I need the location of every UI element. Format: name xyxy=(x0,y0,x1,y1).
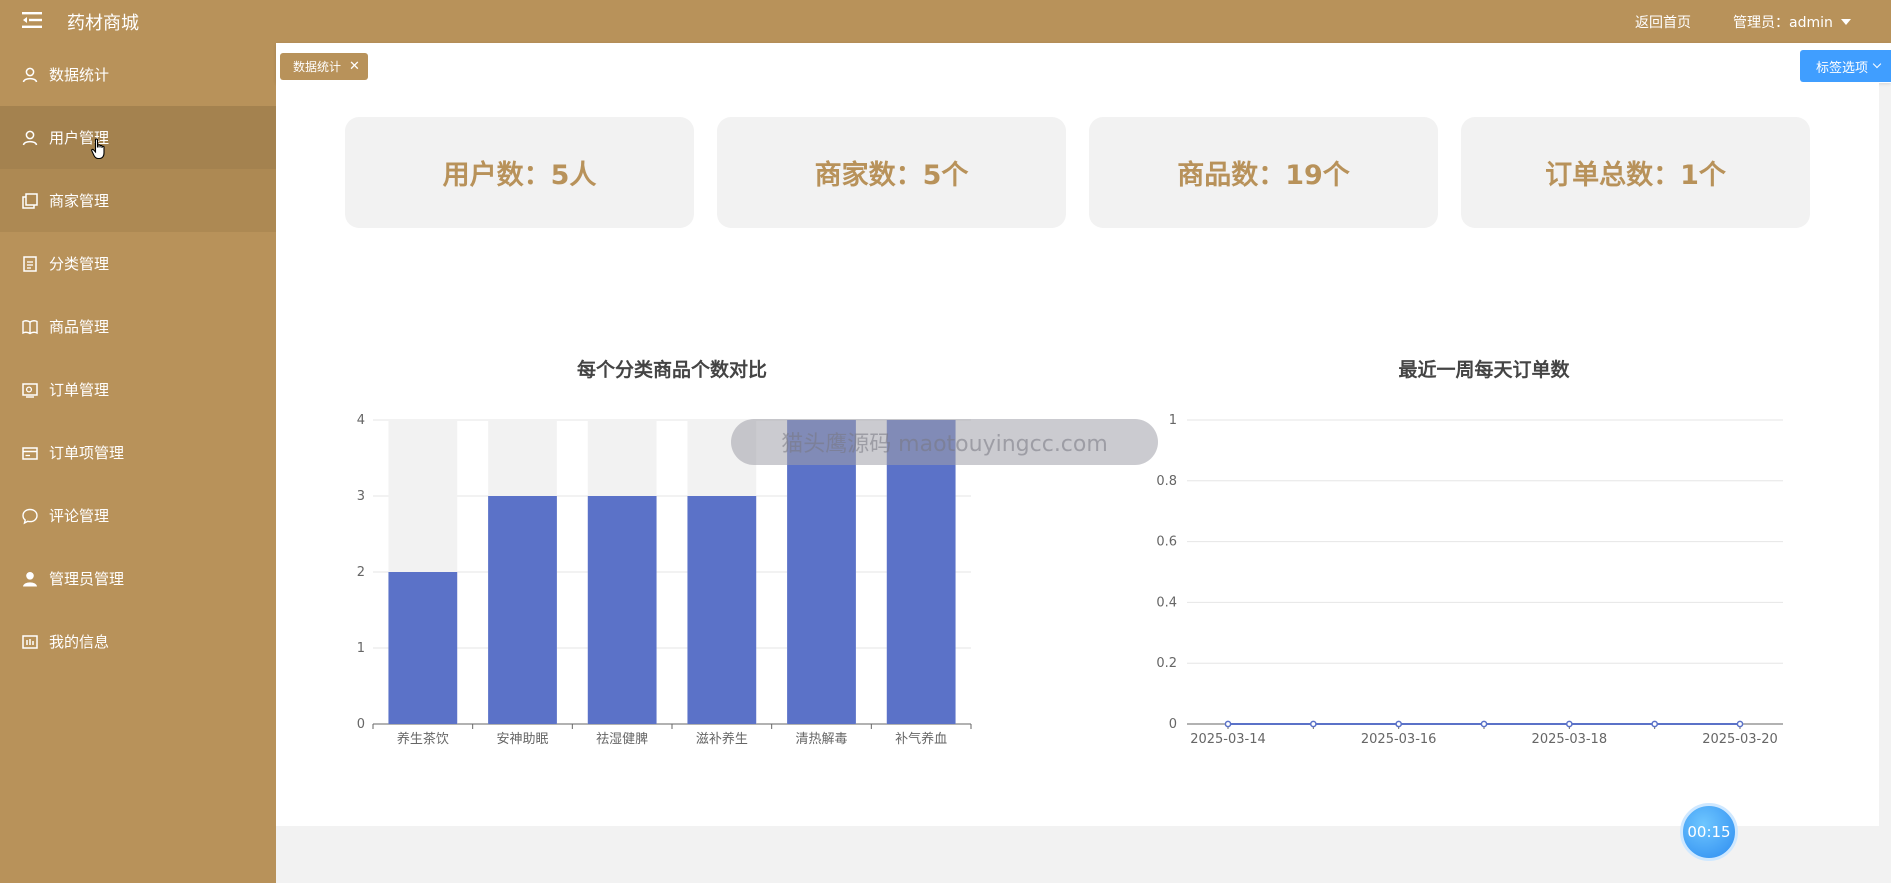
sidebar-item-label: 订单管理 xyxy=(49,381,110,399)
home-link[interactable]: 返回首页 xyxy=(1635,12,1691,32)
sidebar-item-label: 商家管理 xyxy=(49,192,110,210)
sidebar-item-products[interactable]: 商品管理 xyxy=(0,295,276,358)
tabs-bar: 数据统计 ✕ 标签选项 xyxy=(276,43,1891,83)
caret-down-icon xyxy=(1840,19,1851,25)
sidebar-item-data-stats[interactable]: 数据统计 xyxy=(0,43,276,106)
stat-label: 订单总数：1个 xyxy=(1545,160,1726,191)
line-chart-title: 最近一周每天订单数 xyxy=(1398,359,1570,381)
tab-data-stats[interactable]: 数据统计 ✕ xyxy=(280,53,368,80)
stat-card-products: 商品数：19个 xyxy=(1089,117,1438,228)
tab-options-label: 标签选项 xyxy=(1816,60,1869,76)
sidebar-item-categories[interactable]: 分类管理 xyxy=(0,232,276,295)
copy-icon xyxy=(21,192,39,210)
sidebar-item-users[interactable]: 用户管理 xyxy=(0,106,276,169)
card-icon xyxy=(21,444,39,462)
sidebar-item-label: 评论管理 xyxy=(49,507,110,525)
app-title: 药材商城 xyxy=(67,13,139,34)
picture-icon xyxy=(21,381,39,399)
sidebar-item-label: 我的信息 xyxy=(49,633,110,651)
document-icon xyxy=(21,255,39,273)
sidebar-item-label: 分类管理 xyxy=(49,255,110,273)
sidebar-item-merchants[interactable]: 商家管理 xyxy=(0,169,276,232)
admin-label: 管理员：admin xyxy=(1733,15,1833,31)
hand-cursor-icon xyxy=(91,138,105,160)
data-icon xyxy=(21,633,39,651)
stat-label: 用户数：5人 xyxy=(442,160,597,191)
book-icon xyxy=(21,318,39,336)
stat-label: 商品数：19个 xyxy=(1177,160,1350,191)
bar-chart-title: 每个分类商品个数对比 xyxy=(576,359,767,381)
stat-card-users: 用户数：5人 xyxy=(345,117,694,228)
sidebar-item-comments[interactable]: 评论管理 xyxy=(0,484,276,547)
admin-menu[interactable]: 管理员：admin xyxy=(1733,12,1851,32)
user-solid-icon xyxy=(21,570,39,588)
sidebar-item-my-info[interactable]: 我的信息 xyxy=(0,610,276,673)
watermark: 猫头鹰源码 maotouyingcc.com xyxy=(731,419,1158,465)
user-icon xyxy=(21,66,39,84)
recording-timer[interactable]: 00:15 xyxy=(1680,803,1738,861)
sidebar-item-order-items[interactable]: 订单项管理 xyxy=(0,421,276,484)
sidebar-item-label: 数据统计 xyxy=(49,66,110,84)
sidebar-item-admins[interactable]: 管理员管理 xyxy=(0,547,276,610)
menu-toggle-icon[interactable] xyxy=(22,11,42,29)
tab-label: 数据统计 xyxy=(293,60,342,74)
sidebar-item-label: 商品管理 xyxy=(49,318,110,336)
sidebar-item-orders[interactable]: 订单管理 xyxy=(0,358,276,421)
stat-label: 商家数：5个 xyxy=(814,160,969,191)
sidebar: 数据统计 用户管理 商家管理 分类管理 商品管理 订单管理 订单项管理 评论管理… xyxy=(0,43,276,883)
top-bar: 药材商城 返回首页 管理员：admin xyxy=(0,0,1891,43)
sidebar-item-label: 管理员管理 xyxy=(49,570,125,588)
tab-options-button[interactable]: 标签选项 xyxy=(1800,50,1891,82)
user-icon xyxy=(21,129,39,147)
chat-icon xyxy=(21,507,39,525)
chevron-down-icon xyxy=(1872,59,1882,69)
stat-card-orders: 订单总数：1个 xyxy=(1461,117,1810,228)
stat-card-merchants: 商家数：5个 xyxy=(717,117,1066,228)
sidebar-item-label: 订单项管理 xyxy=(49,444,125,462)
close-icon[interactable]: ✕ xyxy=(349,59,360,74)
